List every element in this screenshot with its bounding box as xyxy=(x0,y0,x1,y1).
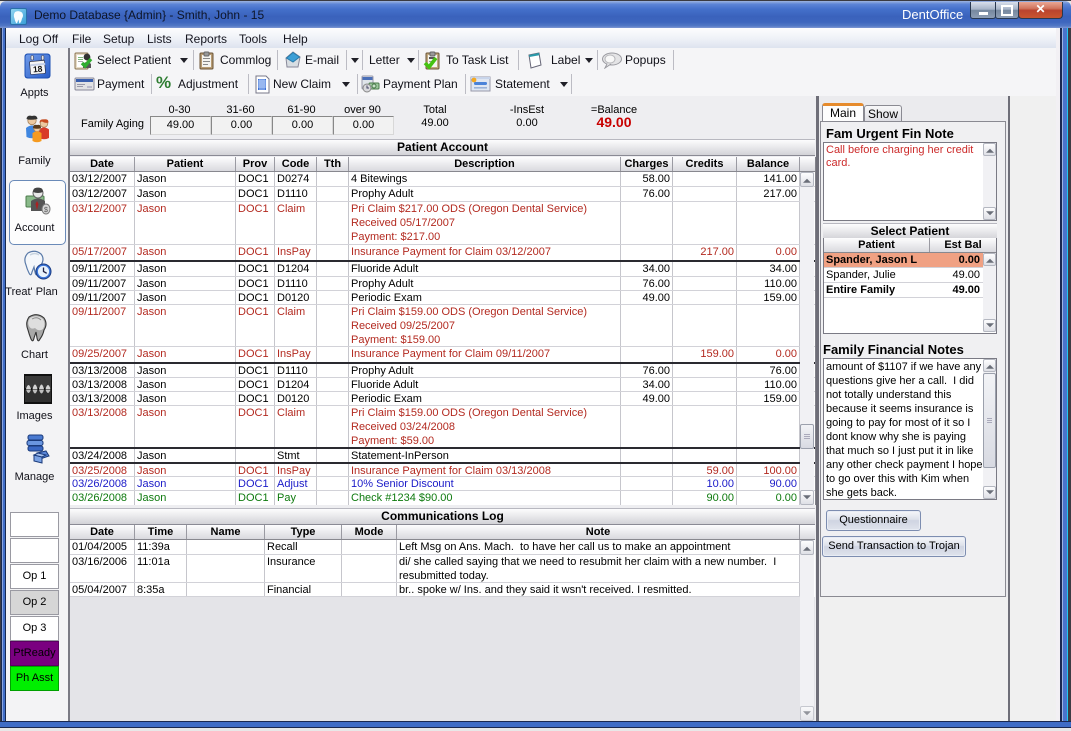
svg-text:18: 18 xyxy=(33,64,44,75)
svg-text:$: $ xyxy=(44,207,48,214)
